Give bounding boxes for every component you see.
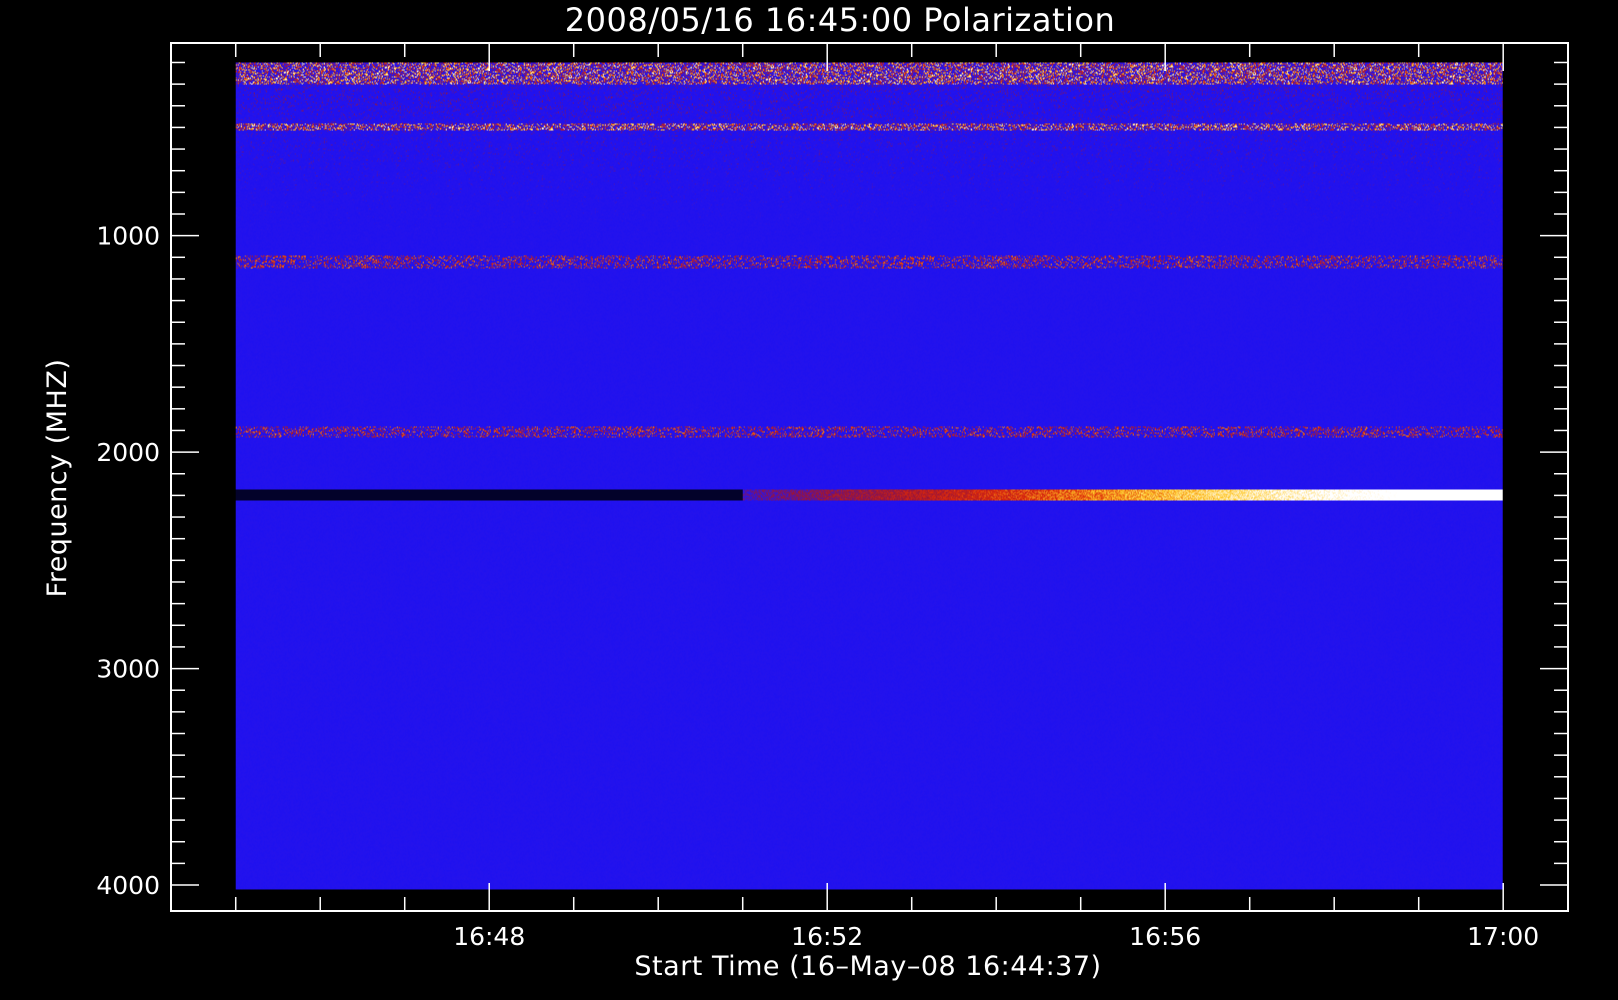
x-tick-label: 16:48	[453, 922, 525, 951]
x-tick-label: 16:52	[791, 922, 863, 951]
y-axis-label: Frequency (MHZ)	[42, 359, 73, 598]
chart-title: 2008/05/16 16:45:00 Polarization	[565, 1, 1115, 39]
y-tick-label: 2000	[96, 438, 160, 467]
x-tick-label: 17:00	[1467, 922, 1539, 951]
x-tick-label: 16:56	[1129, 922, 1201, 951]
polarization-spectrogram: 2008/05/16 16:45:00 Polarization 1000 200…	[0, 0, 1618, 1000]
spectrogram-image	[235, 62, 1503, 890]
y-tick-label: 1000	[96, 222, 160, 251]
y-tick-label: 3000	[96, 655, 160, 684]
x-axis-label: Start Time (16–May–08 16:44:37)	[634, 951, 1101, 982]
y-tick-label: 4000	[96, 871, 160, 900]
spectrogram-raster	[235, 62, 1503, 890]
